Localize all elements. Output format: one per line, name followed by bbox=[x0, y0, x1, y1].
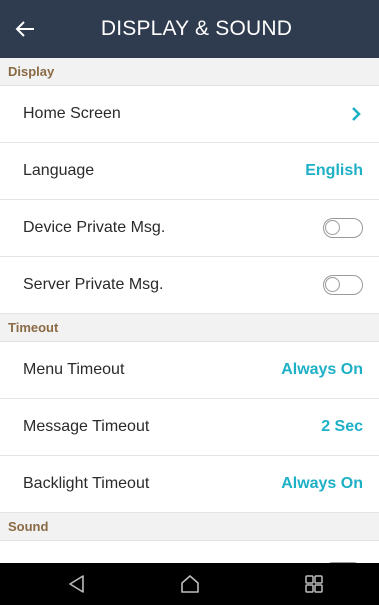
triangle-back-icon bbox=[69, 575, 84, 593]
message-timeout-label: Message Timeout bbox=[23, 418, 150, 435]
home-screen-label: Home Screen bbox=[23, 105, 121, 122]
language-value: English bbox=[305, 162, 363, 179]
backlight-timeout-value: Always On bbox=[281, 475, 363, 492]
app-header: DISPLAY & SOUND bbox=[0, 0, 379, 58]
system-navigation-bar bbox=[0, 563, 379, 605]
menu-timeout-row[interactable]: Menu Timeout Always On bbox=[0, 342, 379, 399]
language-label: Language bbox=[23, 162, 95, 179]
home-icon bbox=[181, 575, 199, 593]
server-private-msg-label: Server Private Msg. bbox=[23, 276, 164, 293]
device-private-msg-toggle[interactable] bbox=[323, 218, 363, 238]
toggle-knob bbox=[325, 220, 340, 235]
nav-home-button[interactable] bbox=[175, 569, 205, 599]
home-screen-row[interactable]: Home Screen bbox=[0, 86, 379, 143]
toggle-knob bbox=[325, 277, 340, 292]
backlight-timeout-row[interactable]: Backlight Timeout Always On bbox=[0, 456, 379, 513]
backlight-timeout-label: Backlight Timeout bbox=[23, 475, 150, 492]
settings-list: Display Home Screen Language English Dev… bbox=[0, 58, 379, 563]
menu-timeout-value: Always On bbox=[281, 361, 363, 378]
chevron-right-icon bbox=[352, 107, 361, 121]
screen: DISPLAY & SOUND Display Home Screen Lang… bbox=[0, 0, 379, 605]
device-private-msg-row: Device Private Msg. bbox=[0, 200, 379, 257]
device-private-msg-label: Device Private Msg. bbox=[23, 219, 166, 236]
section-header-sound: Sound bbox=[0, 513, 379, 541]
menu-timeout-label: Menu Timeout bbox=[23, 361, 125, 378]
server-private-msg-toggle[interactable] bbox=[323, 275, 363, 295]
message-timeout-value: 2 Sec bbox=[321, 418, 363, 435]
message-timeout-row[interactable]: Message Timeout 2 Sec bbox=[0, 399, 379, 456]
page-title: DISPLAY & SOUND bbox=[100, 17, 293, 40]
section-header-timeout: Timeout bbox=[0, 314, 379, 342]
server-private-msg-row: Server Private Msg. bbox=[0, 257, 379, 314]
language-row[interactable]: Language English bbox=[0, 143, 379, 200]
nav-back-button[interactable] bbox=[62, 569, 92, 599]
recent-apps-icon bbox=[305, 575, 323, 593]
sound-row-partial bbox=[0, 541, 379, 563]
section-header-display: Display bbox=[0, 58, 379, 86]
nav-recent-button[interactable] bbox=[299, 569, 329, 599]
